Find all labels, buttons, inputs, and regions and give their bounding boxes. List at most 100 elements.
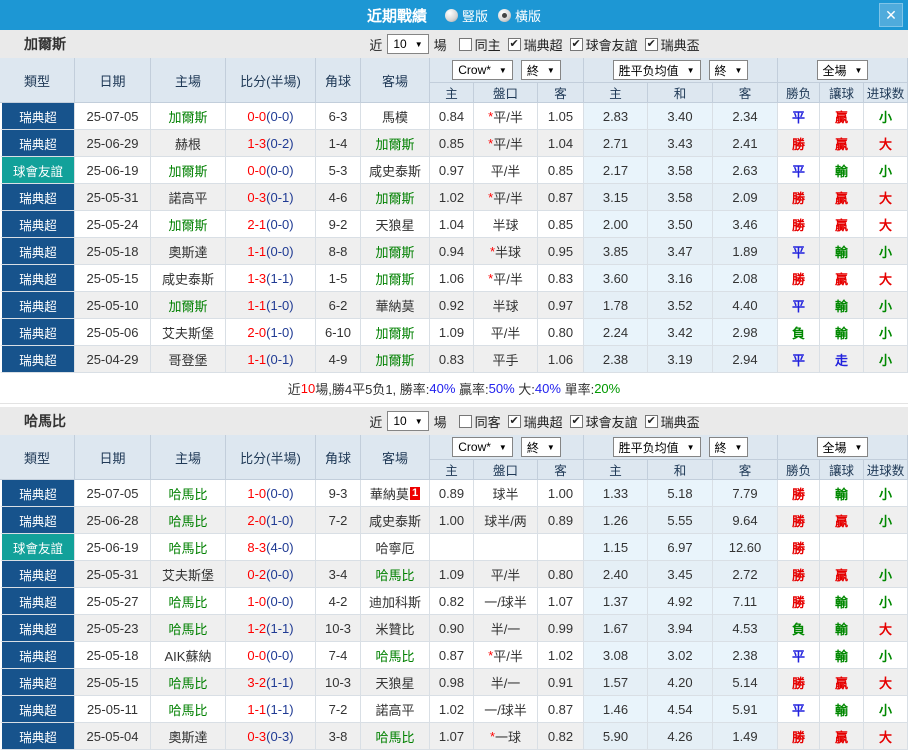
odds-home-cell: 1.04 [430,211,474,238]
header-select-3-1[interactable]: 全場 ▼ [816,60,869,80]
header-select-3-1[interactable]: 全場 ▼ [816,437,869,457]
filter-3[interactable]: ✔ 瑞典盃 [644,412,700,431]
filter-1[interactable]: ✔ 瑞典超 [507,35,563,54]
header-select-2-2[interactable]: 終 ▼ [708,60,749,80]
date-cell: 25-05-04 [75,723,151,750]
header-select-1-2[interactable]: 終 ▼ [520,437,561,457]
away-team-cell: 加爾斯 [361,130,430,157]
type-cell: 瑞典超 [0,642,75,669]
halftime-score: (4-0) [266,539,294,555]
away-team-name: 加爾斯 [375,325,415,341]
avg-draw-cell: 4.20 [648,669,713,696]
avg-away-cell: 4.53 [713,615,778,642]
filter-0[interactable]: 同主 [458,35,501,54]
filter-1-checkbox[interactable]: ✔ [507,414,521,428]
header-日期: 日期 [75,58,151,103]
subheader-7: 讓球 [820,460,864,480]
goals-cell: 小 [864,480,908,507]
near-label: 近 [369,414,383,430]
avg-home-cell: 3.08 [584,642,648,669]
goals-cell-value: 大 [878,136,892,152]
filter-1[interactable]: ✔ 瑞典超 [507,412,563,431]
goals-cell-value: 大 [878,190,892,206]
red-card-badge: 1 [409,486,421,500]
handicap-cell: 輸 [820,696,864,723]
avg-away-cell: 2.63 [713,157,778,184]
away-team-cell: 哈馬比 [361,561,430,588]
header-select-2-2[interactable]: 終 ▼ [708,437,749,457]
filter-0[interactable]: 同客 [458,412,501,431]
home-team-cell: 奧斯達 [151,238,226,265]
radio-vertical-label[interactable]: 豎版 [462,6,488,25]
odds-away-cell: 1.04 [538,130,584,157]
header-select-2-1[interactable]: 胜平负均值 ▼ [612,60,701,80]
team-section-2: 哈馬比 近 10 ▼ 場同客 ✔ 瑞典超 ✔ 球會友誼 ✔ 瑞典盃 類型 日期 主場 比分(半場) 角球客… [0,407,908,750]
score-cell: 1-1 (1-1) [226,696,316,723]
goals-cell-value: 小 [878,702,892,718]
subheader-6: 勝负 [778,460,820,480]
halftime-score: (1-1) [266,270,294,286]
score-cell: 8-3 (4-0) [226,534,316,561]
avg-home-cell: 2.40 [584,561,648,588]
halftime-score: (0-0) [266,485,294,501]
summary-segment-4: 贏率: [455,381,489,397]
filter-3[interactable]: ✔ 瑞典盃 [644,35,700,54]
date-cell: 25-05-31 [75,561,151,588]
header-日期: 日期 [75,435,151,480]
header-select-1-1[interactable]: Crow* ▼ [452,60,513,80]
away-team-cell: 哈馬比 [361,723,430,750]
away-team-name: 諾高平 [375,702,415,718]
close-icon[interactable]: ✕ [879,3,903,27]
filter-2[interactable]: ✔ 球會友誼 [569,412,638,431]
goals-cell-value: 大 [878,729,892,745]
halftime-score: (0-2) [266,135,294,151]
result-cell: 平 [778,346,820,373]
handicap-cell-value: 贏 [834,567,848,583]
filter-2[interactable]: ✔ 球會友誼 [569,35,638,54]
date-cell: 25-05-18 [75,642,151,669]
header-客場: 客場 [361,58,430,103]
radio-horizontal-label[interactable]: 橫版 [515,6,541,25]
avg-draw-cell: 3.58 [648,157,713,184]
odds-line-cell: 平/半 [474,319,538,346]
radio-vertical-layout[interactable] [444,8,458,22]
radio-horizontal-layout[interactable] [498,8,511,22]
result-cell: 平 [778,157,820,184]
odds-home-cell: 0.94 [430,238,474,265]
fulltime-score: 0-0 [247,647,267,663]
result-cell: 負 [778,615,820,642]
avg-home-cell: 3.15 [584,184,648,211]
header-select-3-1-value: 全場 [822,440,847,455]
filter-0-checkbox[interactable] [458,37,472,51]
header-select-3-1-value: 全場 [822,63,847,78]
odds-home-cell: 0.90 [430,615,474,642]
home-team-name: 奧斯達 [168,244,208,260]
header-select-2-1-value: 胜平负均值 [618,63,679,78]
fulltime-score: 1-0 [247,593,267,609]
odds-line-cell: * 平/半 [474,184,538,211]
subheader-7: 讓球 [820,83,864,103]
header-select-2-1[interactable]: 胜平负均值 ▼ [612,437,701,457]
filter-2-checkbox[interactable]: ✔ [569,414,583,428]
header-select-1-1[interactable]: Crow* ▼ [452,437,513,457]
corner-cell: 4-2 [316,588,361,615]
result-cell-value: 勝 [791,136,805,152]
header-select-1-2[interactable]: 終 ▼ [520,60,561,80]
goals-cell-value: 小 [878,298,892,314]
odds-home-cell: 0.97 [430,157,474,184]
match-count-select[interactable]: 10 ▼ [387,34,429,54]
odds-line-cell: 半球 [474,292,538,319]
avg-away-cell: 2.98 [713,319,778,346]
fulltime-score: 2-0 [247,324,267,340]
filter-3-checkbox[interactable]: ✔ [644,37,658,51]
header-group-1: Crow* ▼ 終 ▼ [430,58,584,83]
filter-2-checkbox[interactable]: ✔ [569,37,583,51]
match-count-select[interactable]: 10 ▼ [387,411,429,431]
chevron-down-icon: ▼ [498,65,507,75]
home-team-name: 加爾斯 [168,109,208,125]
odds-away-cell: 0.87 [538,184,584,211]
filter-3-checkbox[interactable]: ✔ [644,414,658,428]
filter-1-label: 瑞典超 [523,414,563,430]
filter-1-checkbox[interactable]: ✔ [507,37,521,51]
filter-0-checkbox[interactable] [458,414,472,428]
